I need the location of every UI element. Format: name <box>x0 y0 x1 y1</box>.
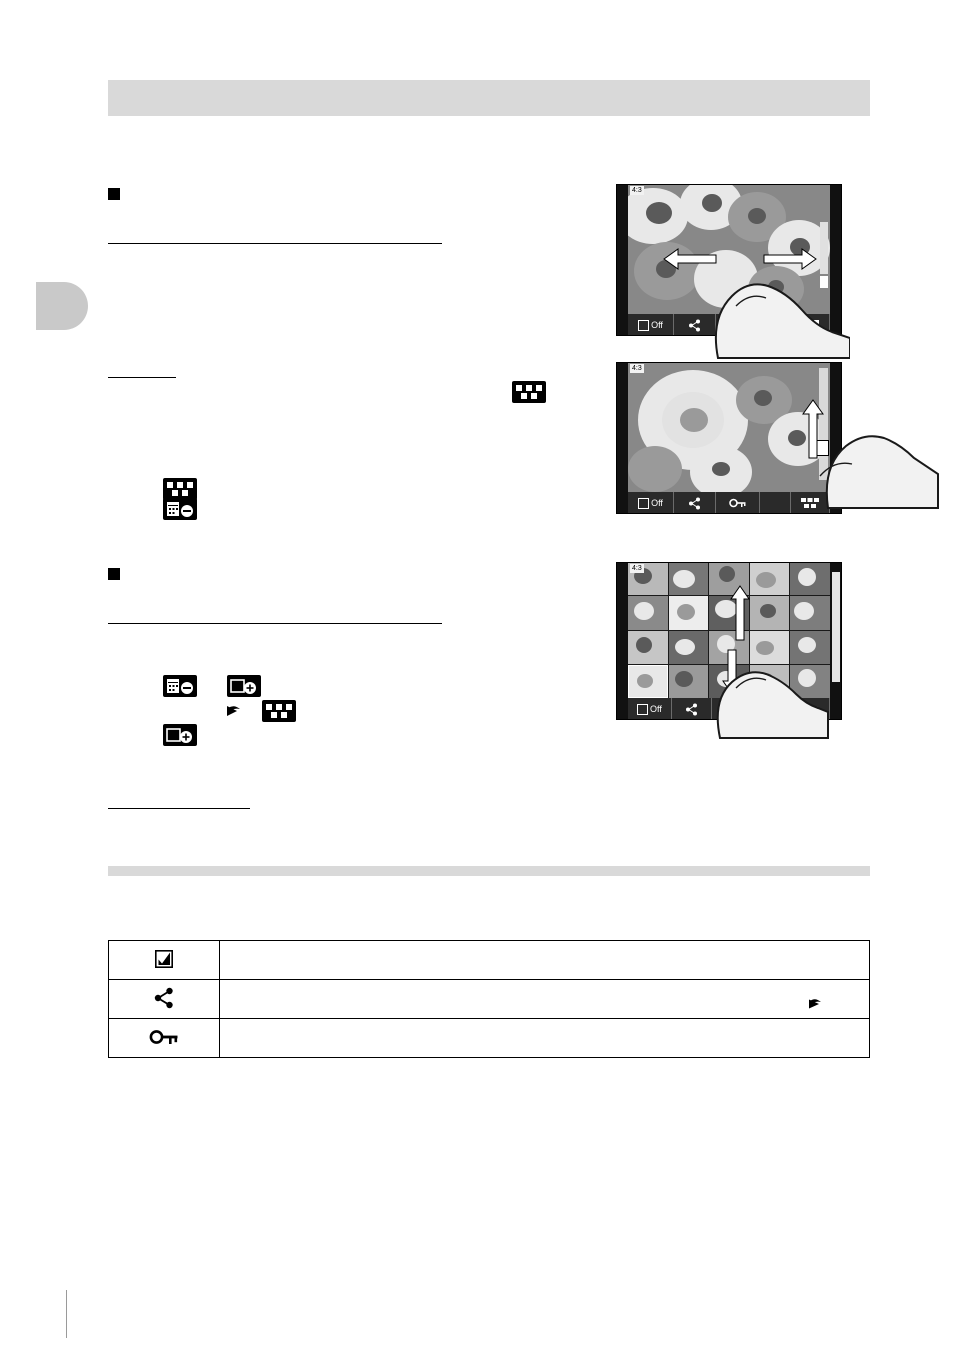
heading-underline-3 <box>108 623 442 624</box>
finger-illustration-2 <box>819 435 939 509</box>
index-grid-icon <box>512 381 546 403</box>
table-icon-cell-share <box>108 979 220 1019</box>
finger-illustration-3 <box>716 671 829 739</box>
legend-table <box>108 940 870 1058</box>
zoom-in-icon-2 <box>163 724 197 746</box>
share-icon <box>154 987 173 1008</box>
index-grid-icon-3 <box>262 700 296 722</box>
table-text-cell-3 <box>219 1018 870 1058</box>
chapter-side-tab <box>36 282 88 330</box>
calendar-icon-glyph <box>167 502 193 517</box>
zoom-in-icon-glyph <box>230 679 256 694</box>
protect-key-icon <box>149 1029 178 1044</box>
hand-pointer-icon-inline <box>799 995 825 1016</box>
page-header-bar <box>108 80 870 116</box>
index-grid-icon-2 <box>163 478 197 500</box>
bullet-square-2 <box>108 568 120 580</box>
screen-frame-border-2 <box>616 362 842 514</box>
heading-underline-2 <box>108 377 176 378</box>
section-divider-rule <box>108 866 870 876</box>
table-row <box>108 940 870 980</box>
calendar-icon-2 <box>163 675 197 697</box>
footer-margin-rule <box>66 1290 67 1338</box>
table-row <box>108 1018 870 1058</box>
table-text-cell-2 <box>219 979 870 1019</box>
checkbox-checked-icon <box>155 949 173 968</box>
heading-underline-4 <box>108 808 250 809</box>
heading-underline-1 <box>108 243 442 244</box>
calendar-icon-2-glyph <box>167 679 193 694</box>
hand-pointer-icon <box>215 700 245 722</box>
camera-screen-playback-zoom: Off 4:3 <box>616 362 842 514</box>
finger-illustration-1 <box>714 283 850 359</box>
table-text-cell-1 <box>219 940 870 980</box>
hand-pointer-icon-glyph <box>217 706 240 716</box>
table-icon-cell-protect <box>108 1018 220 1058</box>
table-row <box>108 979 870 1019</box>
zoom-in-icon-2-glyph <box>166 728 192 743</box>
table-icon-cell-checkbox <box>108 940 220 980</box>
zoom-in-icon <box>227 675 261 697</box>
bullet-square-1 <box>108 188 120 200</box>
hand-pointer-icon-inline-glyph <box>799 999 821 1009</box>
calendar-icon <box>163 498 197 520</box>
